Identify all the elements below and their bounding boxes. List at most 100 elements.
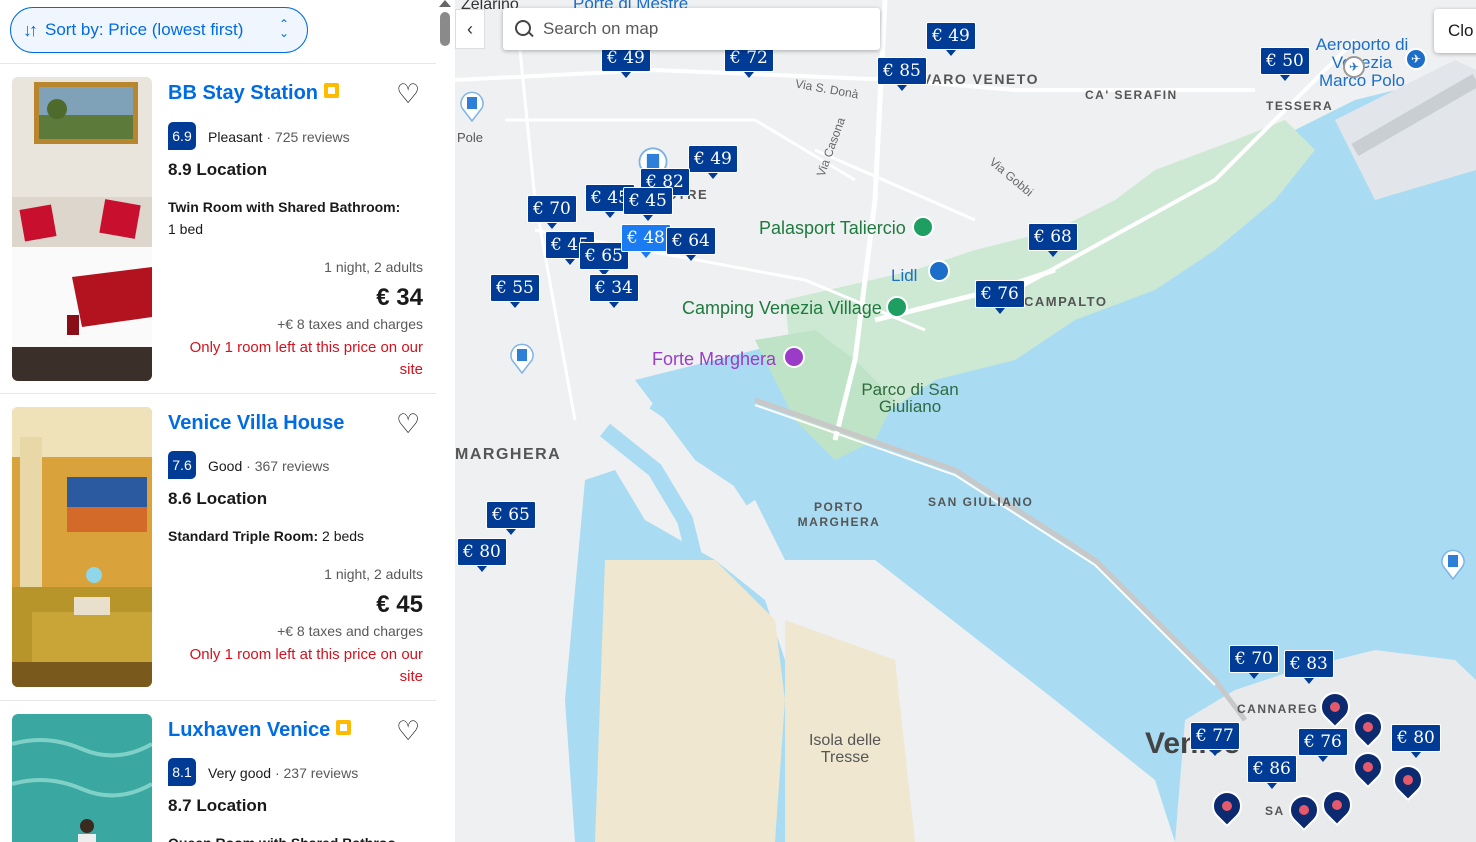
price: € 45 xyxy=(376,591,423,618)
search-icon xyxy=(515,20,533,38)
price-pin[interactable]: € 50 xyxy=(1260,47,1310,81)
review-score: 6.9 xyxy=(168,122,196,150)
room-info: Queen Room with Shared Bathroo xyxy=(168,832,423,842)
bed-info: 1 bed xyxy=(168,221,204,237)
place-label: MARGHERA xyxy=(455,446,562,463)
heart-icon[interactable]: ♡ xyxy=(396,716,420,747)
review-count: · 725 reviews xyxy=(266,129,350,145)
airplane-icon[interactable]: ✈ xyxy=(1343,56,1365,78)
building-marker-icon[interactable] xyxy=(509,342,535,374)
hotel-card[interactable]: Luxhaven Venice ♡ 8.1 Very good · 237 re… xyxy=(0,700,436,842)
price-pin[interactable]: € 85 xyxy=(877,57,927,91)
price-pin[interactable]: € 80 xyxy=(457,538,507,572)
rating-word: Pleasant xyxy=(208,129,263,145)
room-type: Queen Room with Shared Bathroo xyxy=(168,835,396,842)
price-pin[interactable]: € 76 xyxy=(1298,728,1348,762)
map-search-box[interactable] xyxy=(503,8,880,50)
room-type: Standard Triple Room: xyxy=(168,528,319,544)
rating-line: Pleasant · 725 reviews xyxy=(208,129,350,145)
bed-info: 2 beds xyxy=(322,528,365,544)
room-info: Twin Room with Shared Bathroom: 1 bed xyxy=(168,196,423,240)
scrollbar-thumb[interactable] xyxy=(440,12,450,46)
collapse-list-button[interactable]: ‹ xyxy=(455,9,485,49)
poi-label: Forte Marghera xyxy=(652,349,777,369)
place-label: PORTO MARGHERA xyxy=(797,500,881,529)
hotel-name[interactable]: BB Stay Station xyxy=(168,82,340,105)
price-pin[interactable]: € 77 xyxy=(1190,722,1240,756)
price-pin[interactable]: € 86 xyxy=(1247,755,1297,789)
stadium-icon[interactable] xyxy=(912,216,934,238)
price-pin[interactable]: € 55 xyxy=(490,274,540,308)
review-count: · 237 reviews xyxy=(274,765,359,781)
review-score: 7.6 xyxy=(168,451,196,479)
scarcity-message: Only 1 room left at this price on our si… xyxy=(189,339,423,378)
camera-icon[interactable] xyxy=(783,346,805,368)
airport-icon[interactable]: ✈ xyxy=(1405,48,1427,70)
building-marker-icon[interactable] xyxy=(459,90,485,122)
hotel-name-text[interactable]: BB Stay Station xyxy=(168,82,318,104)
island-label: Isola delle Tresse xyxy=(808,732,882,766)
location-score: 8.7 Location xyxy=(168,796,268,815)
chevron-updown-icon: ⌃ ⌄ xyxy=(278,17,289,40)
results-panel: ↓↑ Sort by: Price (lowest first) ⌃ ⌄ BB … xyxy=(0,0,455,842)
place-label: CANNAREG xyxy=(1237,702,1319,716)
price-pin[interactable]: € 49 xyxy=(688,145,738,179)
price-pin[interactable]: € 68 xyxy=(1028,223,1078,257)
price-pin[interactable]: € 34 xyxy=(589,274,639,308)
place-label: TESSERA xyxy=(1266,99,1334,113)
hotel-photo[interactable] xyxy=(12,407,152,687)
room-type: Twin Room with Shared Bathroom: xyxy=(168,199,401,215)
price-pin[interactable]: € 45 xyxy=(623,187,673,221)
price-pin[interactable]: € 65 xyxy=(486,501,536,535)
hotel-name-text[interactable]: Luxhaven Venice xyxy=(168,719,330,741)
rating-line: Good · 367 reviews xyxy=(208,458,329,474)
rating-word: Good xyxy=(208,458,243,474)
place-label: CA' SERAFIN xyxy=(1085,88,1178,102)
sort-label: Sort by: Price (lowest first) xyxy=(45,20,244,39)
chevron-left-icon: ‹ xyxy=(467,18,473,39)
close-map-button[interactable]: Clo xyxy=(1434,9,1476,53)
place-label: SAN GIULIANO xyxy=(928,495,1034,509)
price-pin[interactable]: € 80 xyxy=(1391,724,1441,758)
building-marker-icon[interactable] xyxy=(1440,548,1466,580)
hotel-name-text[interactable]: Venice Villa House xyxy=(168,412,344,434)
hotel-photo[interactable] xyxy=(12,77,152,381)
hotel-name[interactable]: Venice Villa House xyxy=(168,412,344,435)
room-info: Standard Triple Room: 2 beds xyxy=(168,525,423,547)
poi-label: Lidl xyxy=(891,266,918,285)
hotel-card[interactable]: BB Stay Station ♡ 6.9 Pleasant · 725 rev… xyxy=(0,63,436,393)
price-pin[interactable]: € 83 xyxy=(1284,650,1334,684)
hotel-card[interactable]: Venice Villa House ♡ 7.6 Good · 367 revi… xyxy=(0,393,436,700)
sort-arrows-icon: ↓↑ xyxy=(23,19,38,40)
price: € 34 xyxy=(376,284,423,311)
stay-info: 1 night, 2 adults xyxy=(324,566,423,582)
scroll-up-arrow[interactable] xyxy=(439,0,451,7)
location-score: 8.9 Location xyxy=(168,160,268,179)
sort-button[interactable]: ↓↑ Sort by: Price (lowest first) ⌃ ⌄ xyxy=(10,7,308,53)
place-label: SA xyxy=(1265,804,1285,818)
map-search-input[interactable] xyxy=(543,19,843,39)
campsite-icon[interactable] xyxy=(886,296,908,318)
price-pin[interactable]: € 48 xyxy=(621,224,671,258)
price-pin[interactable]: € 70 xyxy=(527,195,577,229)
poi-label: Palasport Taliercio xyxy=(759,218,906,238)
price-pin[interactable]: € 49 xyxy=(926,22,976,56)
place-label: CAMPALTO xyxy=(1024,294,1108,309)
map-view[interactable]: Zelarino Porte di Mestre FAVARO VENETO C… xyxy=(455,0,1476,842)
park-label: Parco di San Giuliano xyxy=(861,380,959,416)
genius-badge-icon xyxy=(336,720,352,735)
hotel-name[interactable]: Luxhaven Venice xyxy=(168,719,352,742)
shopping-cart-icon[interactable] xyxy=(928,260,950,282)
price-pin[interactable]: € 64 xyxy=(666,227,716,261)
taxes-info: +€ 8 taxes and charges xyxy=(277,623,423,639)
genius-badge-icon xyxy=(324,83,340,98)
review-count: · 367 reviews xyxy=(246,458,330,474)
price-pin[interactable]: € 70 xyxy=(1229,645,1279,679)
heart-icon[interactable]: ♡ xyxy=(396,409,420,440)
price-pin[interactable]: € 76 xyxy=(975,280,1025,314)
rating-word: Very good xyxy=(208,765,272,781)
place-label: Pole xyxy=(457,130,484,145)
heart-icon[interactable]: ♡ xyxy=(396,79,420,110)
hotel-photo[interactable] xyxy=(12,714,152,842)
poi-label: Camping Venezia Village xyxy=(682,298,882,318)
